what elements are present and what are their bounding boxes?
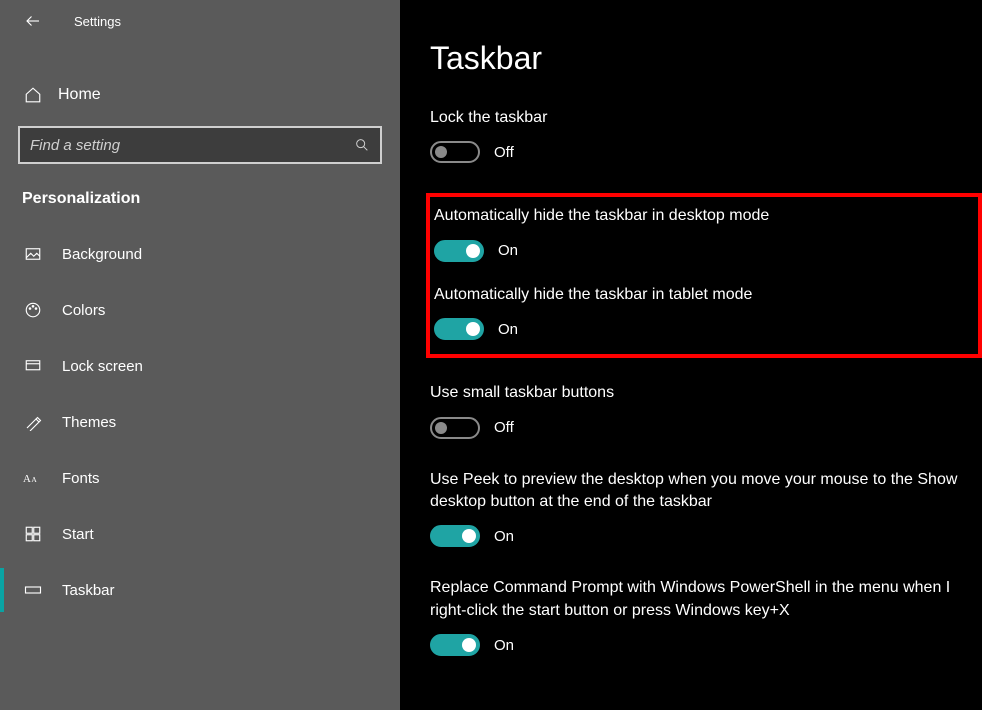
page-title: Taskbar: [430, 40, 982, 77]
toggle-state: On: [494, 528, 514, 545]
search-container: [18, 126, 382, 164]
taskbar-icon: [22, 581, 44, 599]
search-icon: [354, 137, 370, 153]
nav-list: Background Colors Lock screen Themes: [0, 226, 400, 618]
highlight-annotation: Automatically hide the taskbar in deskto…: [426, 193, 982, 358]
setting-label: Automatically hide the taskbar in deskto…: [434, 205, 968, 227]
toggle-hide-tablet[interactable]: [434, 318, 484, 340]
window-title: Settings: [74, 14, 121, 29]
sidebar-item-label: Fonts: [62, 470, 100, 487]
setting-powershell: Replace Command Prompt with Windows Powe…: [430, 577, 982, 656]
search-input[interactable]: [30, 137, 354, 154]
sidebar-item-label: Themes: [62, 414, 116, 431]
sidebar-item-label: Taskbar: [62, 582, 115, 599]
sidebar-item-label: Start: [62, 526, 94, 543]
home-icon: [22, 86, 44, 104]
sidebar-item-label: Background: [62, 246, 142, 263]
svg-text:A: A: [23, 473, 31, 485]
search-box[interactable]: [18, 126, 382, 164]
setting-lock-taskbar: Lock the taskbar Off: [430, 107, 982, 163]
setting-label: Replace Command Prompt with Windows Powe…: [430, 577, 982, 622]
toggle-lock-taskbar[interactable]: [430, 141, 480, 163]
themes-icon: [22, 413, 44, 431]
section-title: Personalization: [0, 164, 400, 226]
setting-label: Lock the taskbar: [430, 107, 982, 129]
sidebar-item-taskbar[interactable]: Taskbar: [0, 562, 400, 618]
toggle-hide-desktop[interactable]: [434, 240, 484, 262]
toggle-state: Off: [494, 144, 514, 161]
toggle-powershell[interactable]: [430, 634, 480, 656]
content-pane: Taskbar Lock the taskbar Off Automatical…: [400, 0, 982, 710]
sidebar-item-themes[interactable]: Themes: [0, 394, 400, 450]
svg-text:A: A: [31, 475, 37, 484]
sidebar-item-lock-screen[interactable]: Lock screen: [0, 338, 400, 394]
sidebar-item-colors[interactable]: Colors: [0, 282, 400, 338]
sidebar-item-fonts[interactable]: AA Fonts: [0, 450, 400, 506]
toggle-state: Off: [494, 419, 514, 436]
nav-home-label: Home: [58, 86, 101, 104]
back-arrow-icon: [24, 12, 42, 30]
start-icon: [22, 525, 44, 543]
toggle-peek[interactable]: [430, 525, 480, 547]
toggle-state: On: [494, 637, 514, 654]
titlebar: Settings: [0, 0, 400, 42]
toggle-state: On: [498, 321, 518, 338]
settings-window: Settings Home Personalization Backgro: [0, 0, 982, 710]
setting-label: Use small taskbar buttons: [430, 382, 982, 404]
toggle-small-buttons[interactable]: [430, 417, 480, 439]
lock-screen-icon: [22, 357, 44, 375]
sidebar-item-start[interactable]: Start: [0, 506, 400, 562]
sidebar-item-label: Colors: [62, 302, 105, 319]
picture-icon: [22, 245, 44, 263]
setting-hide-tablet: Automatically hide the taskbar in tablet…: [430, 284, 968, 340]
fonts-icon: AA: [22, 469, 44, 487]
sidebar-item-label: Lock screen: [62, 358, 143, 375]
sidebar-item-background[interactable]: Background: [0, 226, 400, 282]
nav-home[interactable]: Home: [0, 74, 400, 116]
setting-peek: Use Peek to preview the desktop when you…: [430, 469, 982, 548]
toggle-state: On: [498, 242, 518, 259]
setting-small-buttons: Use small taskbar buttons Off: [430, 382, 982, 438]
palette-icon: [22, 301, 44, 319]
back-button[interactable]: [18, 6, 48, 36]
setting-hide-desktop: Automatically hide the taskbar in deskto…: [430, 205, 968, 261]
setting-label: Automatically hide the taskbar in tablet…: [434, 284, 968, 306]
setting-label: Use Peek to preview the desktop when you…: [430, 469, 982, 514]
sidebar: Settings Home Personalization Backgro: [0, 0, 400, 710]
